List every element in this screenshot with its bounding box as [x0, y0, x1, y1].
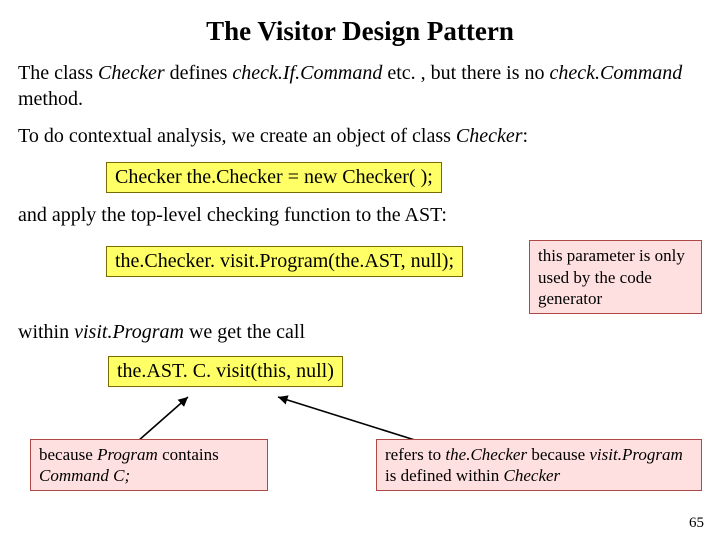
text: etc. , but there is no	[382, 62, 549, 84]
class-checker: Checker	[504, 466, 561, 485]
method-visitprogram: visit.Program	[74, 321, 184, 343]
code-text: the.AST. C. visit(this, null)	[108, 356, 343, 387]
method-visitprogram: visit.Program	[589, 445, 682, 464]
code-visit-call: the.AST. C. visit(this, null)	[108, 356, 702, 387]
ref-thechecker: the.Checker	[445, 445, 527, 464]
field-command-c: Command C;	[39, 466, 130, 485]
text: The class	[18, 62, 98, 84]
arrow-icon	[278, 397, 418, 441]
intro-paragraph: The class Checker defines check.If.Comma…	[18, 61, 702, 112]
text: refers to	[385, 445, 445, 464]
text: contains	[158, 445, 219, 464]
text: within	[18, 321, 74, 343]
method-checkcommand: check.Command	[550, 62, 683, 84]
text: because	[527, 445, 589, 464]
text: :	[523, 125, 529, 147]
text: To do contextual analysis, we create an …	[18, 125, 456, 147]
annotation-right: refers to the.Checker because visit.Prog…	[376, 439, 702, 492]
arrow-icon	[138, 397, 188, 441]
class-program: Program	[97, 445, 158, 464]
sidebox-note: this parameter is only used by the code …	[529, 240, 702, 314]
text: defines	[165, 62, 233, 84]
class-checker: Checker	[456, 125, 523, 147]
within-line: within visit.Program we get the call	[18, 320, 702, 346]
code-visit-program: the.Checker. visit.Program(the.AST, null…	[106, 246, 463, 277]
page-title: The Visitor Design Pattern	[18, 16, 702, 47]
code-text: the.Checker. visit.Program(the.AST, null…	[106, 246, 463, 277]
text: is defined within	[385, 466, 504, 485]
text: because	[39, 445, 97, 464]
create-object-line: To do contextual analysis, we create an …	[18, 124, 702, 150]
annotation-left: because Program contains Command C;	[30, 439, 268, 492]
code-new-checker: Checker the.Checker = new Checker( );	[106, 162, 702, 193]
class-checker: Checker	[98, 62, 165, 84]
page-number: 65	[689, 515, 704, 532]
apply-line: and apply the top-level checking functio…	[18, 203, 702, 229]
text: method.	[18, 88, 83, 110]
text: we get the call	[184, 321, 305, 343]
code-text: Checker the.Checker = new Checker( );	[106, 162, 442, 193]
method-checkif: check.If.Command	[232, 62, 382, 84]
